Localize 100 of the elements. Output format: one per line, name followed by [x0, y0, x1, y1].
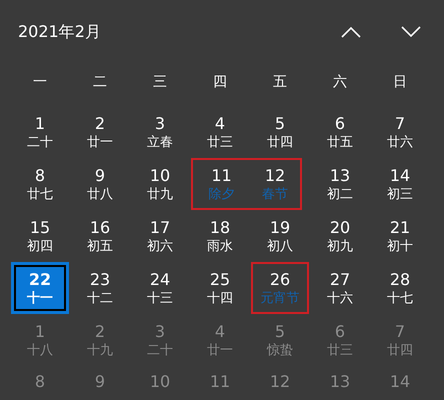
day-number: 13	[330, 372, 350, 392]
day-number: 4	[214, 114, 226, 134]
day-number: 8	[34, 372, 46, 392]
day-cell[interactable]: 18 雨水	[191, 210, 249, 262]
day-number: 7	[394, 114, 406, 134]
day-number: 24	[150, 270, 170, 290]
weekday-label: 五	[273, 73, 287, 91]
lunar-date: 初三	[387, 186, 413, 202]
day-number: 8	[34, 166, 46, 186]
day-cell[interactable]: 11 除夕	[191, 158, 250, 210]
day-cell[interactable]: 25 十四	[191, 262, 249, 314]
day-number: 7	[394, 322, 406, 342]
day-cell[interactable]: 15 初四	[11, 210, 69, 262]
day-cell[interactable]: 10 廿九	[131, 158, 189, 210]
day-number: 9	[94, 372, 106, 392]
day-cell[interactable]: 14 初三	[371, 158, 429, 210]
lunar-date: 廿三	[327, 342, 353, 358]
lunar-date: 初八	[267, 238, 293, 254]
lunar-date: 雨水	[207, 238, 233, 254]
day-number: 2	[94, 322, 106, 342]
weekday-label: 四	[213, 73, 227, 91]
day-number: 11	[211, 166, 232, 186]
day-cell[interactable]: 2 廿一	[71, 106, 129, 158]
day-cell[interactable]: 16 初五	[71, 210, 129, 262]
lunar-date: 廿四	[267, 134, 293, 150]
day-number: 1	[34, 322, 46, 342]
lunar-date: 十一	[27, 290, 53, 306]
day-number: 27	[330, 270, 350, 290]
day-cell[interactable]: 6 廿五	[311, 106, 369, 158]
lunar-date: 十四	[207, 290, 233, 306]
day-cell[interactable]: 9 廿八	[71, 158, 129, 210]
day-number: 14	[390, 166, 410, 186]
day-cell[interactable]: 3 立春	[131, 106, 189, 158]
lunar-date: 廿四	[387, 342, 413, 358]
weekday-label: 二	[93, 73, 107, 91]
lunar-date: 廿一	[207, 342, 233, 358]
day-number: 6	[334, 114, 346, 134]
day-cell[interactable]: 4 廿三	[191, 106, 249, 158]
day-cell[interactable]: 7 廿六	[371, 106, 429, 158]
today-cell[interactable]: 22 十一	[11, 262, 69, 314]
lunar-date: 廿三	[207, 134, 233, 150]
lunar-date: 十二	[87, 290, 113, 306]
day-number: 3	[154, 322, 166, 342]
lunar-date: 元宵节	[260, 290, 300, 306]
day-number: 21	[390, 218, 410, 238]
day-cell[interactable]: 5 廿四	[251, 106, 309, 158]
day-number: 15	[30, 218, 50, 238]
lunar-date: 初十	[387, 238, 413, 254]
lunar-date: 十八	[27, 342, 53, 358]
day-cell[interactable]: 19 初八	[251, 210, 309, 262]
lunar-date: 惊蛰	[267, 342, 293, 358]
lunar-date: 二十	[27, 134, 53, 150]
lunar-date: 十九	[87, 342, 113, 358]
day-cell[interactable]: 20 初九	[311, 210, 369, 262]
lunar-date: 初六	[147, 238, 173, 254]
weekday-label: 六	[333, 73, 347, 91]
lunar-date: 十三	[147, 290, 173, 306]
day-number: 23	[90, 270, 110, 290]
lunar-date: 廿五	[327, 134, 353, 150]
day-number: 17	[150, 218, 170, 238]
day-cell[interactable]: 8 廿七	[11, 158, 69, 210]
lunar-date: 廿六	[387, 134, 413, 150]
day-number: 28	[390, 270, 410, 290]
day-number: 3	[154, 114, 166, 134]
weekday-label: 日	[393, 73, 407, 91]
lunar-date: 除夕	[208, 186, 234, 202]
day-number: 1	[34, 114, 46, 134]
lunar-date: 十七	[387, 290, 413, 306]
lunar-date: 立春	[147, 134, 173, 150]
day-number: 16	[90, 218, 110, 238]
day-cell[interactable]: 12 春节	[250, 158, 302, 210]
day-number: 25	[210, 270, 230, 290]
day-cell[interactable]: 21 初十	[371, 210, 429, 262]
day-number: 6	[334, 322, 346, 342]
day-number: 9	[94, 166, 106, 186]
lunar-date: 廿八	[87, 186, 113, 202]
day-cell[interactable]: 23 十二	[71, 262, 129, 314]
lunar-date: 二十	[147, 342, 173, 358]
day-number: 18	[210, 218, 230, 238]
day-number: 4	[214, 322, 226, 342]
month-title[interactable]: 2021年2月	[10, 22, 101, 42]
day-number: 12	[270, 372, 290, 392]
lunar-date: 初四	[27, 238, 53, 254]
day-cell[interactable]: 24 十三	[131, 262, 189, 314]
day-cell[interactable]: 13 初二	[311, 158, 369, 210]
day-cell[interactable]: 28 十七	[371, 262, 429, 314]
day-cell[interactable]: 1 二十	[11, 106, 69, 158]
day-cell[interactable]: 17 初六	[131, 210, 189, 262]
day-number: 12	[264, 166, 286, 186]
day-number: 26	[270, 270, 290, 290]
day-number: 13	[330, 166, 350, 186]
day-cell[interactable]: 26 元宵节	[251, 262, 309, 314]
day-cell[interactable]: 27 十六	[311, 262, 369, 314]
lunar-date: 廿一	[87, 134, 113, 150]
day-number: 10	[150, 372, 170, 392]
day-number: 22	[28, 270, 52, 290]
lunar-date: 初九	[327, 238, 353, 254]
lunar-date: 廿七	[27, 186, 53, 202]
day-number: 11	[210, 372, 230, 392]
lunar-date: 初五	[87, 238, 113, 254]
